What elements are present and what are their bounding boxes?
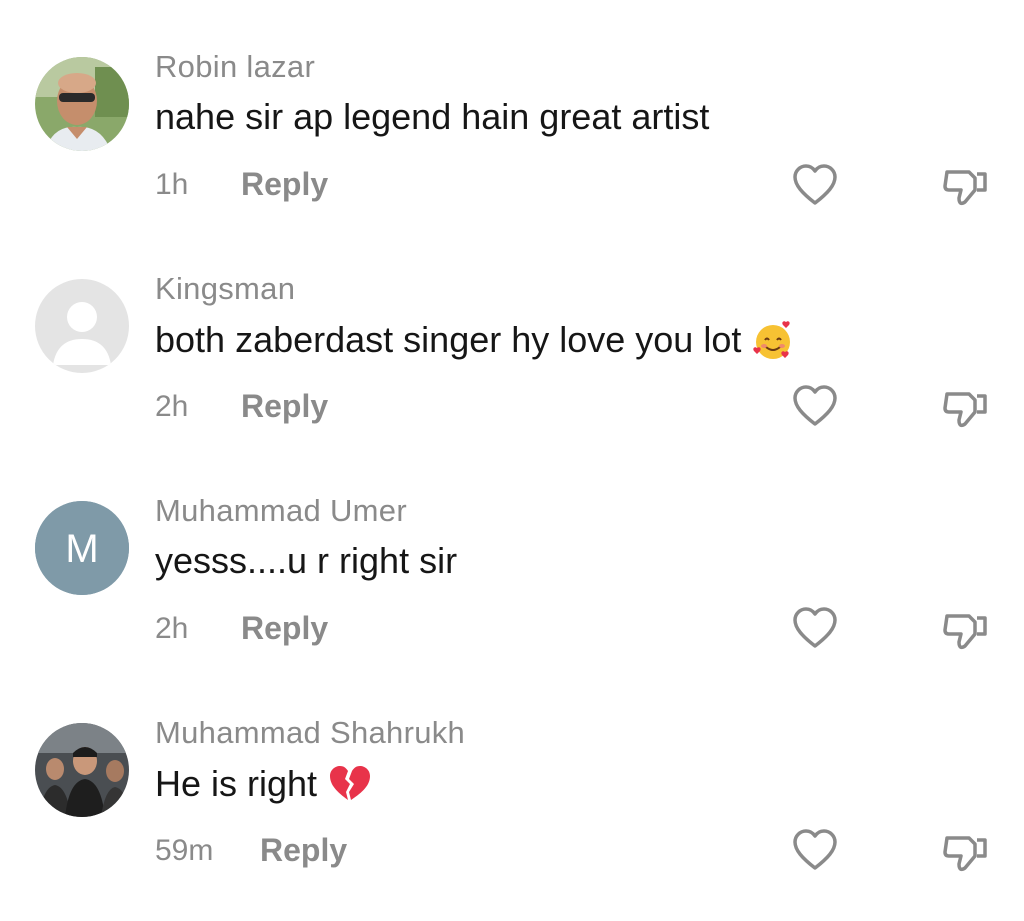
dislike-button[interactable]	[941, 384, 989, 432]
dislike-button[interactable]	[941, 828, 989, 876]
reply-button[interactable]: Reply	[260, 832, 347, 869]
avatar[interactable]	[35, 279, 129, 373]
thumbs-down-outline-icon	[943, 836, 987, 872]
like-button[interactable]	[792, 828, 838, 872]
comment-text: both zaberdast singer hy love you lot	[155, 318, 795, 362]
default-user-icon	[35, 279, 129, 373]
comment-text-content: He is right	[155, 763, 318, 804]
reply-button[interactable]: Reply	[241, 388, 328, 425]
comment-text: He is right	[155, 762, 371, 806]
like-button[interactable]	[792, 606, 838, 650]
heart-outline-icon	[793, 829, 837, 870]
avatar-letter: M	[65, 527, 98, 571]
comment-text-content: both zaberdast singer hy love you lot	[155, 319, 742, 360]
avatar[interactable]: M	[35, 501, 129, 595]
like-button[interactable]	[792, 384, 838, 428]
comment-username[interactable]: Muhammad Umer	[155, 493, 407, 529]
heart-outline-icon	[793, 385, 837, 426]
comment-text: yesss....u r right sir	[155, 540, 457, 582]
avatar[interactable]	[35, 723, 129, 817]
smiling-face-with-hearts-emoji	[753, 321, 791, 359]
thumbs-down-outline-icon	[943, 392, 987, 428]
broken-heart-emoji	[330, 766, 371, 800]
dislike-button[interactable]	[941, 606, 989, 654]
avatar-photo	[35, 723, 129, 817]
comment-text-content: yesss....u r right sir	[155, 540, 458, 581]
comment-username[interactable]: Muhammad Shahrukh	[155, 715, 465, 751]
reply-button[interactable]: Reply	[241, 610, 328, 647]
comment-time: 2h	[155, 390, 189, 423]
comment-username[interactable]: Kingsman	[155, 271, 295, 307]
comment-item: Muhammad Shahrukh He is right 59m Reply	[0, 0, 1024, 872]
thumbs-down-outline-icon	[943, 614, 987, 650]
heart-outline-icon	[793, 607, 837, 648]
comment-time: 59m	[155, 834, 214, 867]
comment-time: 2h	[155, 612, 189, 645]
letter-avatar: M	[35, 501, 129, 595]
